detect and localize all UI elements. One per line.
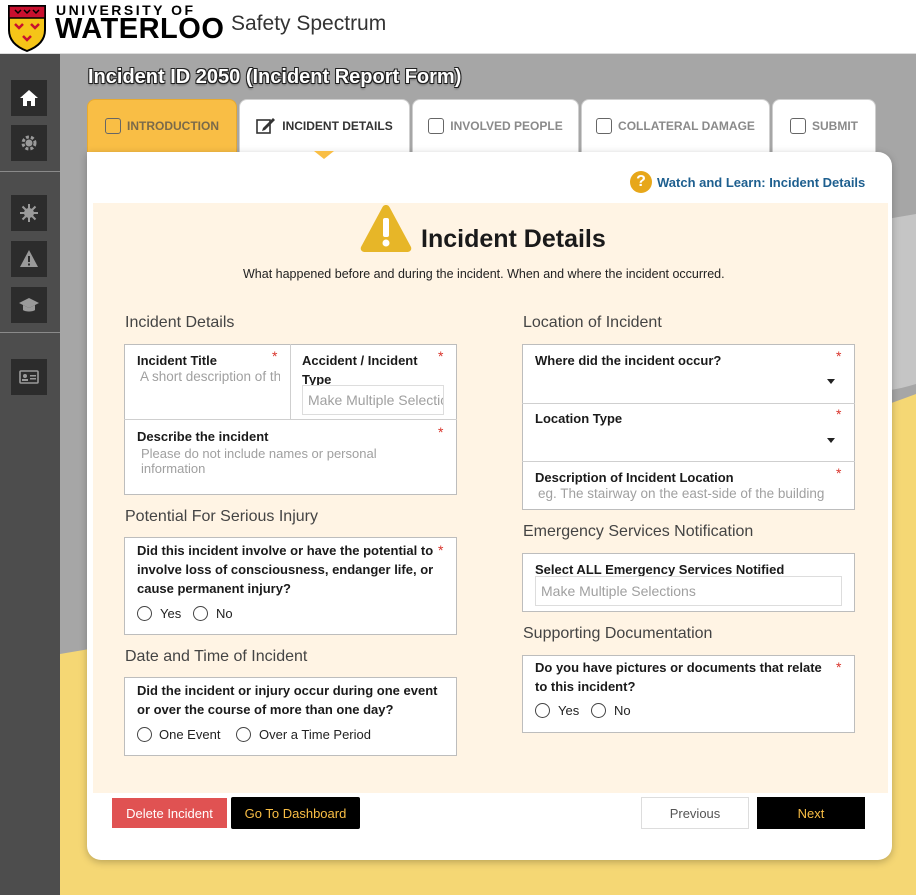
radio-label: Over a Time Period bbox=[259, 727, 371, 742]
question-icon: ? bbox=[630, 171, 652, 193]
tab-submit[interactable]: SUBMIT bbox=[772, 99, 876, 152]
checkbox-icon bbox=[596, 118, 613, 134]
active-tab-pointer bbox=[314, 151, 334, 159]
required-mark: * bbox=[836, 348, 842, 364]
radio-label: Yes bbox=[558, 703, 580, 718]
required-mark: * bbox=[438, 424, 444, 440]
required-mark: * bbox=[836, 659, 842, 675]
tab-label: INCIDENT DETAILS bbox=[282, 119, 393, 133]
chevron-down-icon bbox=[827, 379, 835, 384]
sidebar-item-training[interactable] bbox=[11, 287, 47, 323]
graduation-cap-icon bbox=[19, 298, 39, 312]
watch-and-learn-link[interactable]: ? Watch and Learn: Incident Details bbox=[630, 171, 865, 193]
incident-type-multiselect[interactable]: Make Multiple Selectio bbox=[302, 385, 444, 415]
warning-icon bbox=[20, 250, 38, 267]
edit-icon bbox=[256, 118, 276, 134]
incident-type-label: Accident / Incident Type bbox=[302, 353, 418, 387]
location-description-label: Description of Incident Location bbox=[535, 470, 734, 485]
virus-icon bbox=[20, 204, 38, 222]
radio-label: Yes bbox=[160, 606, 182, 621]
radio-label: No bbox=[216, 606, 233, 621]
next-button[interactable]: Next bbox=[757, 797, 865, 829]
checkbox-icon bbox=[428, 118, 445, 134]
documentation-question: Do you have pictures or documents that r… bbox=[535, 660, 822, 694]
location-where-select[interactable] bbox=[535, 370, 841, 394]
divider bbox=[522, 403, 855, 404]
one-event-radio[interactable] bbox=[137, 727, 152, 742]
top-bar: UNIVERSITY OF WATERLOO Safety Spectrum bbox=[0, 0, 916, 54]
required-mark: * bbox=[272, 348, 278, 364]
required-mark: * bbox=[438, 542, 444, 558]
go-to-dashboard-button[interactable]: Go To Dashboard bbox=[231, 797, 360, 829]
previous-button[interactable]: Previous bbox=[641, 797, 749, 829]
sidebar-divider bbox=[0, 332, 60, 333]
sidebar-divider bbox=[0, 171, 60, 172]
incident-details-title: Incident Details bbox=[125, 314, 235, 331]
tab-label: SUBMIT bbox=[812, 119, 858, 133]
location-type-label: Location Type bbox=[535, 411, 623, 426]
university-crest-logo bbox=[8, 5, 46, 52]
location-where-label: Where did the incident occur? bbox=[535, 353, 722, 368]
sidebar-item-home[interactable] bbox=[11, 80, 47, 116]
tab-involved-people[interactable]: INVOLVED PEOPLE bbox=[412, 99, 579, 152]
location-description-input[interactable]: eg. The stairway on the east-side of the… bbox=[538, 486, 838, 501]
chevron-down-icon bbox=[827, 438, 835, 443]
tab-incident-details[interactable]: INCIDENT DETAILS bbox=[239, 99, 410, 152]
tab-introduction[interactable]: INTRODUCTION bbox=[87, 99, 237, 152]
serious-injury-title: Potential For Serious Injury bbox=[125, 508, 318, 525]
location-title: Location of Incident bbox=[523, 314, 662, 331]
brand-line2: WATERLOO bbox=[55, 13, 225, 45]
radio-label: One Event bbox=[159, 727, 221, 742]
serious-injury-question: Did this incident involve or have the po… bbox=[137, 543, 434, 596]
section-description: What happened before and during the inci… bbox=[243, 267, 725, 281]
time-period-radio[interactable] bbox=[236, 727, 251, 742]
required-mark: * bbox=[438, 348, 444, 364]
tab-label: COLLATERAL DAMAGE bbox=[618, 119, 755, 133]
home-icon bbox=[20, 90, 38, 106]
date-time-question: Did the incident or injury occur during … bbox=[137, 683, 438, 717]
emergency-title: Emergency Services Notification bbox=[523, 523, 754, 540]
documentation-no-radio[interactable] bbox=[591, 703, 606, 718]
warning-icon bbox=[360, 205, 412, 252]
required-mark: * bbox=[836, 406, 842, 422]
location-type-select[interactable] bbox=[535, 429, 841, 453]
tab-label: INTRODUCTION bbox=[127, 119, 219, 133]
sidebar bbox=[0, 54, 60, 895]
describe-incident-label: Describe the incident bbox=[137, 429, 269, 444]
gear-icon bbox=[21, 135, 37, 151]
incident-title-label: Incident Title bbox=[137, 353, 217, 368]
section-heading: Incident Details bbox=[421, 225, 606, 253]
watch-link-label: Watch and Learn: Incident Details bbox=[657, 174, 866, 190]
incident-title-input[interactable]: A short description of th bbox=[140, 369, 280, 384]
date-time-title: Date and Time of Incident bbox=[125, 648, 308, 665]
checkbox-icon bbox=[105, 118, 121, 134]
sidebar-item-profile[interactable] bbox=[11, 359, 47, 395]
app-title: Safety Spectrum bbox=[231, 12, 387, 35]
documentation-title: Supporting Documentation bbox=[523, 625, 713, 642]
tab-collateral-damage[interactable]: COLLATERAL DAMAGE bbox=[581, 99, 770, 152]
sidebar-item-settings[interactable] bbox=[11, 125, 47, 161]
documentation-yes-radio[interactable] bbox=[535, 703, 550, 718]
id-card-icon bbox=[19, 370, 39, 384]
serious-injury-yes-radio[interactable] bbox=[137, 606, 152, 621]
delete-incident-button[interactable]: Delete Incident bbox=[112, 798, 227, 828]
divider bbox=[522, 461, 855, 462]
radio-label: No bbox=[614, 703, 631, 718]
page-title: Incident ID 2050 (Incident Report Form) bbox=[88, 66, 462, 88]
describe-incident-textarea[interactable]: Please do not include names or personal … bbox=[138, 446, 438, 476]
tab-label: INVOLVED PEOPLE bbox=[450, 119, 563, 133]
divider bbox=[124, 419, 457, 420]
required-mark: * bbox=[836, 465, 842, 481]
checkbox-icon bbox=[790, 118, 806, 134]
divider bbox=[290, 344, 291, 419]
serious-injury-no-radio[interactable] bbox=[193, 606, 208, 621]
emergency-multiselect[interactable]: Make Multiple Selections bbox=[535, 576, 842, 606]
sidebar-item-incidents[interactable] bbox=[11, 241, 47, 277]
sidebar-item-biohazard[interactable] bbox=[11, 195, 47, 231]
